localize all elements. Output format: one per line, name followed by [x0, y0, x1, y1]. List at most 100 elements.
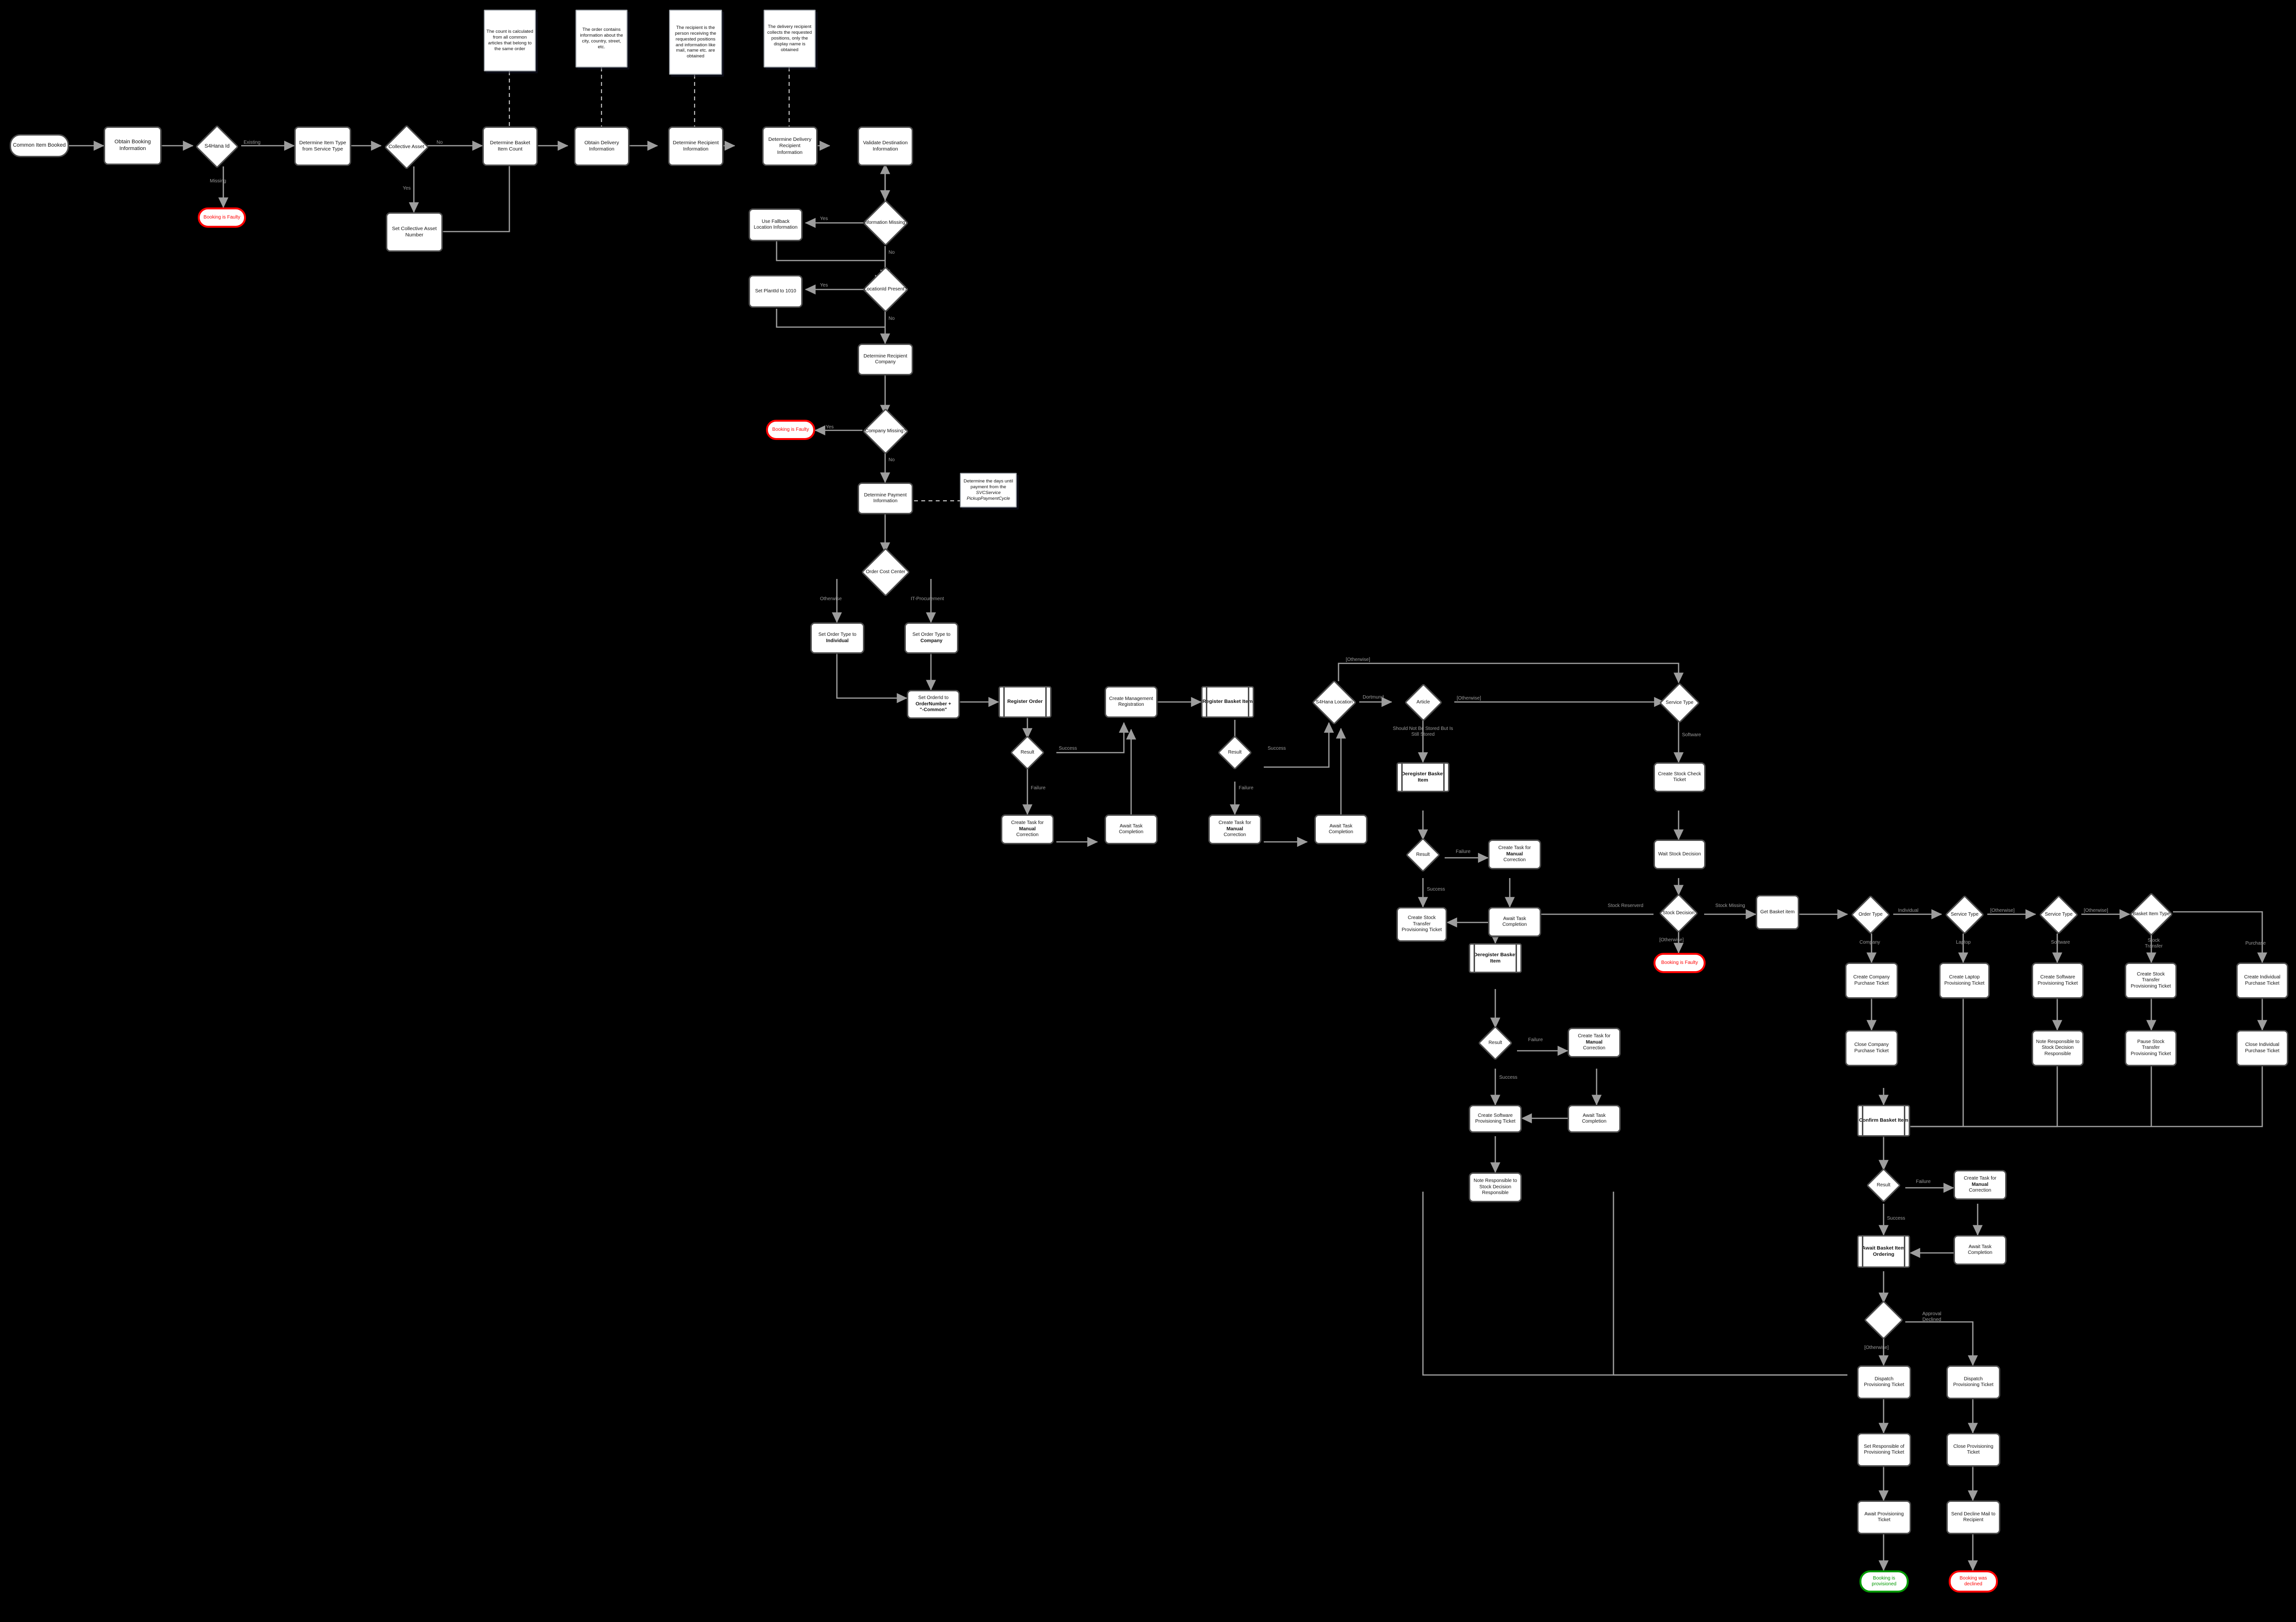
- action-create-laptop-provisioning-ticket[interactable]: Create Laptop Provisioning Ticket: [1939, 962, 1990, 999]
- action-create-individual-purchase-ticket[interactable]: Create Individual Purchase Ticket: [2236, 962, 2288, 999]
- note-order-address: The order contains information about the…: [575, 10, 628, 68]
- action-close-individual-purchase-ticket[interactable]: Close Individual Purchase Ticket: [2236, 1030, 2288, 1066]
- action-manual-correction-1[interactable]: Create Task for Manual Correction: [1001, 814, 1054, 844]
- decision-service-type-2[interactable]: Service Type: [1941, 894, 1988, 935]
- set-orderid-line3: "-Common": [919, 707, 947, 713]
- edge-label-should-not-be-stored: Should Not Be Stored But Is Still Stored: [1393, 726, 1453, 737]
- action-determine-payment-information[interactable]: Determine Payment Information: [858, 482, 913, 514]
- action-set-order-type-company[interactable]: Set Order Type to Company: [904, 622, 958, 654]
- edge-label-approval-declined: Approval Declined: [1922, 1311, 1941, 1322]
- action-create-stock-transfer-ticket-2[interactable]: Create Stock Transfer Provisioning Ticke…: [2125, 962, 2177, 999]
- edge-label-result3-failure: Failure: [1456, 849, 1471, 854]
- action-set-orderid[interactable]: Set OrderId to OrderNumber + "-Common": [907, 690, 960, 719]
- start-node[interactable]: Common Item Booked: [10, 134, 69, 157]
- action-obtain-booking-information[interactable]: Obtain Booking Information: [104, 126, 162, 165]
- edge-label-result1-success: Success: [1059, 746, 1077, 751]
- decision-stock-decision[interactable]: Stock Decision: [1650, 893, 1708, 934]
- edge-label-cost-otherwise: Otherwise: [820, 596, 842, 602]
- action-await-task-completion-1[interactable]: Await Task Completion: [1105, 814, 1158, 844]
- action-determine-recipient-company[interactable]: Determine Recipient Company: [858, 344, 913, 375]
- decision-s4hana-id[interactable]: S4Hana Id: [193, 124, 241, 168]
- action-note-responsible-1[interactable]: Note Responsible to Stock Decision Respo…: [1469, 1172, 1522, 1202]
- decision-approval[interactable]: [1859, 1300, 1908, 1340]
- activity-diagram-canvas: Common Item Booked Obtain Booking Inform…: [0, 0, 2296, 1622]
- decision-collective-asset[interactable]: Collective Asset: [381, 124, 432, 170]
- edge-label-dortmund: Dortmund: [1363, 695, 1384, 700]
- action-pause-stock-transfer-ticket[interactable]: Pause Stock Transfer Provisioning Ticket: [2125, 1030, 2177, 1066]
- decision-service-type-1[interactable]: Service Type: [1654, 682, 1706, 724]
- action-await-task-completion-4[interactable]: Await Task Completion: [1568, 1105, 1621, 1133]
- action-determine-recipient-information[interactable]: Determine Recipient Information: [668, 126, 724, 166]
- decision-company-missing[interactable]: Company Missing?: [860, 408, 912, 455]
- decision-result-3[interactable]: Result: [1398, 837, 1448, 873]
- call-register-basket-item[interactable]: Register Basket Item: [1201, 686, 1254, 718]
- manual2-post: Correction: [1223, 832, 1246, 838]
- action-validate-destination-information[interactable]: Validate Destination Information: [858, 126, 913, 166]
- decision-service-type-3[interactable]: Service Type: [2036, 894, 2082, 935]
- decision-order-type[interactable]: Order Type: [1847, 894, 1894, 935]
- action-set-collective-asset-number[interactable]: Set Collective Asset Number: [386, 212, 443, 252]
- decision-s4hana-location[interactable]: S4Hana Location: [1308, 680, 1360, 725]
- decision-result-5[interactable]: Result: [1859, 1168, 1909, 1203]
- call-await-basket-item-ordering[interactable]: Await Basket Item Ordering: [1857, 1235, 1910, 1268]
- action-dispatch-provisioning-ticket-2[interactable]: Dispatch Provisioning Ticket: [1946, 1365, 2000, 1399]
- action-create-stock-check-ticket[interactable]: Create Stock Check Ticket: [1654, 762, 1706, 792]
- action-manual-correction-3[interactable]: Create Task for Manual Correction: [1488, 839, 1541, 869]
- end-node-booking-faulty-3[interactable]: Booking is Faulty: [1654, 953, 1706, 973]
- action-await-provisioning-ticket[interactable]: Await Provisioning Ticket: [1857, 1500, 1911, 1534]
- action-manual-correction-4[interactable]: Create Task for Manual Correction: [1568, 1028, 1621, 1058]
- action-determine-basket-item-count[interactable]: Determine Basket Item Count: [482, 126, 538, 166]
- action-await-task-completion-5[interactable]: Await Task Completion: [1954, 1235, 2007, 1265]
- action-set-order-type-individual[interactable]: Set Order Type to Individual: [810, 622, 864, 654]
- action-use-fallback-location-information[interactable]: Use Fallback Location Information: [749, 208, 803, 241]
- decision-locationid-present[interactable]: LocationId Present?: [860, 266, 912, 313]
- action-create-company-purchase-ticket[interactable]: Create Company Purchase Ticket: [1845, 962, 1898, 999]
- action-determine-delivery-recipient-information[interactable]: Determine Delivery Recipient Information: [762, 126, 818, 166]
- edge-label-stock-reserved: Stock Reserverd: [1608, 903, 1643, 908]
- action-get-basket-item[interactable]: Get Basket item: [1756, 895, 1799, 930]
- action-determine-item-type[interactable]: Determine Item Type from Service Type: [294, 126, 351, 166]
- edge-label-info-missing-yes: Yes: [820, 216, 828, 221]
- action-manual-correction-2[interactable]: Create Task for Manual Correction: [1208, 814, 1261, 844]
- decision-article[interactable]: Article: [1398, 683, 1449, 722]
- end-node-booking-provisioned[interactable]: Booking is provisioned: [1859, 1570, 1909, 1593]
- manual5-post: Correction: [1968, 1188, 1992, 1194]
- call-register-order[interactable]: Register Order: [998, 686, 1052, 718]
- action-obtain-delivery-information[interactable]: Obtain Delivery Information: [574, 126, 629, 166]
- decision-result-1[interactable]: Result: [1002, 735, 1052, 770]
- action-wait-stock-decision[interactable]: Wait Stock Decision: [1654, 839, 1706, 869]
- action-create-software-ticket-1[interactable]: Create Software Provisioning Ticket: [1469, 1105, 1522, 1133]
- end-node-booking-declined[interactable]: Booking was declined: [1949, 1570, 1998, 1593]
- action-manual-correction-5[interactable]: Create Task for Manual Correction: [1954, 1170, 2007, 1200]
- action-send-decline-mail[interactable]: Send Decline Mail to Recipient: [1946, 1500, 2000, 1534]
- edge-label-result2-failure: Failure: [1239, 785, 1254, 791]
- end-node-booking-faulty-2[interactable]: Booking is Faulty: [766, 420, 815, 440]
- decision-result-2[interactable]: Result: [1210, 735, 1260, 770]
- order-type-individual-value: Individual: [826, 638, 849, 644]
- call-confirm-basket-item[interactable]: Confirm Basket Item: [1857, 1105, 1910, 1137]
- action-close-company-purchase-ticket[interactable]: Close Company Purchase Ticket: [1845, 1030, 1898, 1066]
- action-create-management-registration[interactable]: Create Management Registration: [1105, 686, 1158, 718]
- action-await-task-completion-2[interactable]: Await Task Completion: [1314, 814, 1367, 844]
- end-node-booking-faulty-1[interactable]: Booking is Faulty: [198, 207, 246, 228]
- action-await-task-completion-3[interactable]: Await Task Completion: [1488, 907, 1541, 937]
- decision-order-cost-center[interactable]: Order Cost Center: [860, 548, 912, 597]
- action-close-provisioning-ticket[interactable]: Close Provisioning Ticket: [1946, 1433, 2000, 1467]
- action-create-stock-transfer-ticket-1[interactable]: Create Stock Transfer Provisioning Ticke…: [1396, 907, 1447, 942]
- decision-result-4[interactable]: Result: [1470, 1025, 1520, 1061]
- action-set-plantid-1010[interactable]: Set PlantId to 1010: [749, 275, 803, 308]
- action-create-software-ticket-2[interactable]: Create Software Provisioning Ticket: [2032, 962, 2084, 999]
- action-dispatch-provisioning-ticket-1[interactable]: Dispatch Provisioning Ticket: [1857, 1365, 1911, 1399]
- decision-basket-item-type[interactable]: Basket Item Type: [2128, 892, 2174, 936]
- call-deregister-basket-item-1[interactable]: Deregister Basket Item: [1396, 762, 1449, 792]
- action-note-responsible-2[interactable]: Note Responsible to Stock Decision Respo…: [2032, 1030, 2084, 1066]
- decision-information-missing[interactable]: Information Missing?: [860, 199, 912, 247]
- manual1-bold: Manual: [1019, 826, 1036, 832]
- edge-label-approval-otherwise: [Otherwise]: [1864, 1345, 1889, 1350]
- call-deregister-basket-item-2[interactable]: Deregister Basket Item: [1469, 943, 1522, 973]
- manual2-prefix: Create Task for: [1218, 820, 1251, 826]
- note-recipient: The recipient is the person receiving th…: [669, 10, 722, 75]
- action-set-responsible-provisioning-ticket[interactable]: Set Responsible of Provisioning Ticket: [1857, 1433, 1911, 1467]
- manual4-prefix: Create Task for: [1578, 1033, 1611, 1039]
- manual4-bold: Manual: [1585, 1039, 1603, 1045]
